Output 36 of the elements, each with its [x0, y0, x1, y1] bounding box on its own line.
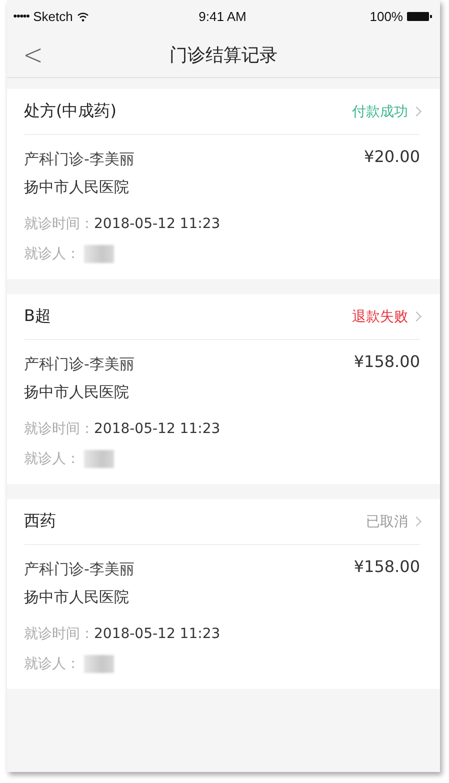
- redacted-name-block: [84, 450, 114, 468]
- visit-time: 2018-05-12 11:23: [94, 626, 220, 642]
- redacted-name-block: [84, 655, 114, 673]
- visit-time: 2018-05-12 11:23: [94, 216, 220, 232]
- wifi-icon: [76, 12, 89, 22]
- patient-label: 就诊人：: [24, 655, 80, 673]
- hospital-name: 扬中市人民医院: [24, 178, 130, 198]
- time-label: 就诊时间：: [24, 625, 94, 643]
- amount: ¥20.00: [364, 147, 420, 166]
- time-label: 就诊时间：: [24, 420, 94, 438]
- clock-time: 9:41 AM: [198, 9, 246, 24]
- amount: ¥158.00: [354, 557, 420, 576]
- record-title: B超: [24, 306, 52, 327]
- record-card[interactable]: 西药 已取消 产科门诊-李美丽 ¥158.00 扬中市人民医院 就诊时间：2018-05-12 11:23 就诊人：: [7, 499, 440, 689]
- page-title: 门诊结算记录: [170, 44, 278, 67]
- amount: ¥158.00: [354, 352, 420, 371]
- visit-time: 2018-05-12 11:23: [94, 421, 220, 437]
- record-title: 处方(中成药): [24, 101, 118, 122]
- back-button[interactable]: <: [15, 38, 52, 72]
- patient-label: 就诊人：: [24, 245, 80, 263]
- redacted-name-block: [84, 245, 114, 263]
- status-link[interactable]: 已取消: [366, 512, 408, 530]
- carrier-name: Sketch: [33, 9, 73, 24]
- patient-label: 就诊人：: [24, 450, 80, 468]
- battery-percent: 100%: [370, 9, 403, 24]
- record-card[interactable]: B超 退款失败 产科门诊-李美丽 ¥158.00 扬中市人民医院 就诊时间：2018-05-12 11:23 就诊人：: [7, 294, 440, 484]
- department-doctor: 产科门诊-李美丽: [24, 354, 134, 374]
- status-link[interactable]: 退款失败: [352, 308, 408, 326]
- record-card[interactable]: 处方(中成药) 付款成功 产科门诊-李美丽 ¥20.00 扬中市人民医院 就诊时间：2018-05-12 11:23 就诊人：: [7, 89, 440, 279]
- hospital-name: 扬中市人民医院: [24, 588, 130, 608]
- department-doctor: 产科门诊-李美丽: [24, 149, 134, 169]
- time-label: 就诊时间：: [24, 215, 94, 233]
- battery-icon: [406, 12, 429, 21]
- record-title: 西药: [24, 511, 57, 532]
- hospital-name: 扬中市人民医院: [24, 383, 130, 403]
- department-doctor: 产科门诊-李美丽: [24, 559, 134, 579]
